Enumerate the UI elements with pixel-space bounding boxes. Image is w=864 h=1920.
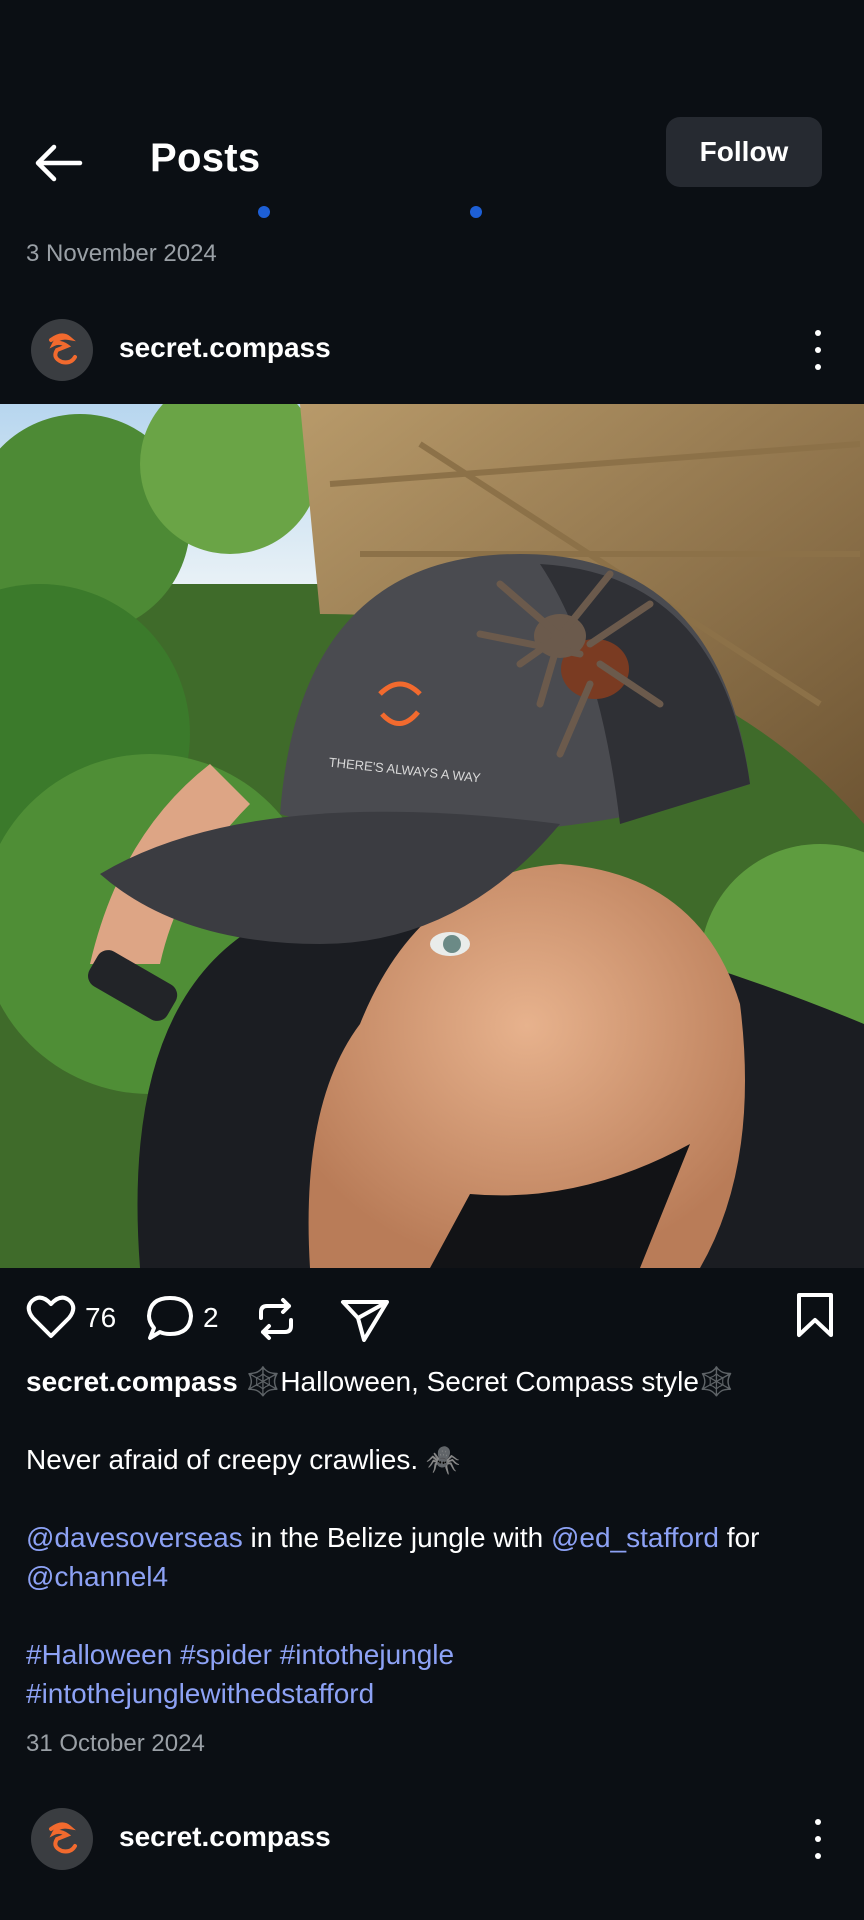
caption-username[interactable]: secret.compass <box>26 1366 238 1397</box>
more-options-button[interactable] <box>808 1819 828 1859</box>
mention-link[interactable]: @ed_stafford <box>551 1522 719 1553</box>
arrow-left-icon <box>35 144 83 182</box>
follow-button[interactable]: Follow <box>666 117 822 187</box>
dot-icon <box>815 1819 821 1825</box>
like-button[interactable] <box>26 1294 76 1345</box>
dot-icon <box>815 330 821 336</box>
caption-text: for <box>718 1522 760 1553</box>
caption-text: in the Belize jungle with <box>242 1522 551 1553</box>
repost-button[interactable] <box>255 1296 297 1347</box>
mention-link[interactable]: @davesoverseas <box>26 1522 243 1553</box>
bookmark-icon <box>797 1293 833 1337</box>
heart-icon <box>26 1295 76 1338</box>
post-image: THERE'S ALWAYS A WAY <box>0 404 864 1268</box>
previous-post-date: 3 November 2024 <box>26 240 217 267</box>
post-photo[interactable]: THERE'S ALWAYS A WAY <box>0 404 864 1268</box>
next-post-username[interactable]: secret.compass <box>119 1821 331 1853</box>
avatar[interactable] <box>31 319 93 381</box>
previous-caption-edge <box>26 205 846 219</box>
caption-title: 🕸️Halloween, Secret Compass style🕸️ <box>245 1366 734 1397</box>
post-username[interactable]: secret.compass <box>119 332 331 364</box>
post-date: 31 October 2024 <box>26 1730 205 1757</box>
action-bar: 76 2 <box>0 1290 864 1346</box>
mention-link[interactable]: @channel4 <box>26 1561 168 1592</box>
comment-icon <box>147 1296 193 1340</box>
avatar[interactable] <box>31 1808 93 1870</box>
hashtag-links[interactable]: #Halloween #spider #intothejungle <box>26 1639 454 1670</box>
repost-icon <box>259 1298 293 1340</box>
comment-button[interactable] <box>145 1294 195 1347</box>
dot-icon <box>815 1853 821 1859</box>
dot-icon <box>815 1836 821 1842</box>
compass-logo-icon <box>49 333 77 365</box>
more-options-button[interactable] <box>808 330 828 370</box>
back-button[interactable] <box>30 138 86 188</box>
page-title: Posts <box>150 136 261 180</box>
share-button[interactable] <box>340 1298 390 1347</box>
post-caption: secret.compass 🕸️Halloween, Secret Compa… <box>26 1362 846 1713</box>
like-count: 76 <box>85 1302 117 1333</box>
compass-logo-icon <box>49 1822 77 1854</box>
save-button[interactable] <box>795 1292 835 1343</box>
caption-line: Never afraid of creepy crawlies. 🕷️ <box>26 1444 461 1475</box>
hashtag-link[interactable]: #intothejunglewithedstafford <box>26 1678 374 1709</box>
dot-icon <box>815 347 821 353</box>
comment-count: 2 <box>203 1302 219 1333</box>
dot-icon <box>815 364 821 370</box>
send-icon <box>341 1300 389 1342</box>
